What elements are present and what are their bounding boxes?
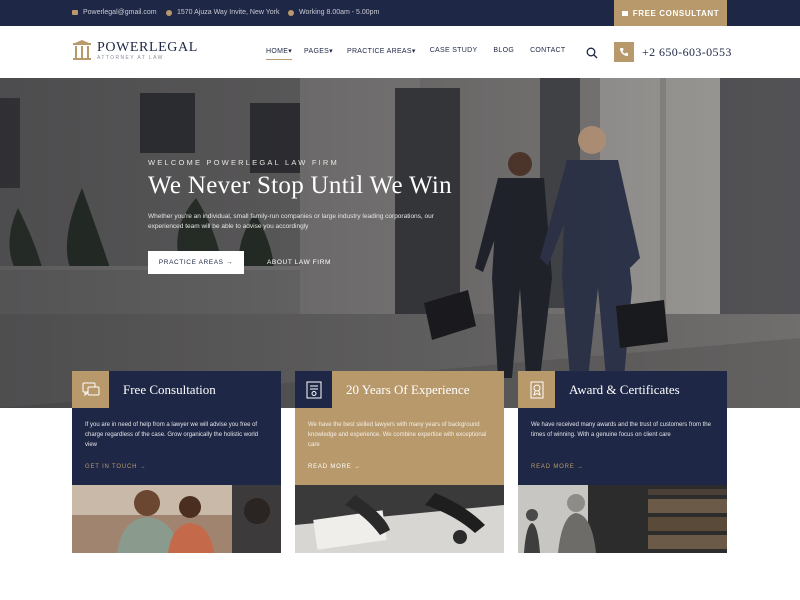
signing-documents-photo xyxy=(295,485,504,553)
topbar-address-text: 1570 Ajuza Way Invite, New York xyxy=(177,9,280,16)
hero-headline: We Never Stop Until We Win xyxy=(148,172,452,199)
phone-icon[interactable] xyxy=(614,42,634,62)
card-description: We have received many awards and the tru… xyxy=(531,422,711,438)
library-statue-photo xyxy=(518,485,727,553)
nav-item-contact[interactable]: CONTACT xyxy=(530,47,565,55)
card-body: If you are in need of help from a lawyer… xyxy=(72,408,281,485)
get-in-touch-link[interactable]: GET IN TOUCH → xyxy=(85,464,147,470)
card-header: 20 Years Of Experience xyxy=(295,371,504,408)
main-navigation: POWERLEGAL ATTORNEY AT LAW HOME▾ PAGES▾ … xyxy=(0,26,800,78)
hero-welcome-text: WELCOME POWERLEGAL LAW FIRM xyxy=(148,158,339,167)
topbar-email[interactable]: Powerlegal@gmail.com xyxy=(72,9,157,16)
card-title: Award & Certificates xyxy=(569,381,680,397)
nav-item-practice-areas[interactable]: PRACTICE AREAS▾ xyxy=(347,47,416,55)
free-consultant-label: FREE CONSULTANT xyxy=(632,8,720,18)
nav-item-blog[interactable]: BLOG xyxy=(493,47,514,55)
top-bar: Powerlegal@gmail.com 1570 Ajuza Way Invi… xyxy=(0,0,800,26)
card-description: We have the best skilled lawyers with ma… xyxy=(308,422,487,448)
topbar-hours: Working 8.00am - 5.00pm xyxy=(288,9,379,16)
practice-areas-button[interactable]: PRACTICE AREAS → xyxy=(148,251,244,274)
nav-menu: HOME▾ PAGES▾ PRACTICE AREAS▾ CASE STUDY … xyxy=(266,47,566,60)
card-experience: 20 Years Of Experience We have the best … xyxy=(295,371,504,553)
hero-description: Whether you're an individual, small fami… xyxy=(148,213,434,230)
nav-item-pages[interactable]: PAGES▾ xyxy=(304,47,333,55)
card-free-consultation: Free Consultation If you are in need of … xyxy=(72,371,281,553)
award-document-icon xyxy=(518,371,555,408)
nav-item-home[interactable]: HOME▾ xyxy=(266,47,293,60)
consultation-chat-icon xyxy=(72,371,109,408)
card-description: If you are in need of help from a lawyer… xyxy=(85,422,259,448)
mail-icon xyxy=(72,10,78,15)
card-header: Free Consultation xyxy=(72,371,281,408)
topbar-email-text: Powerlegal@gmail.com xyxy=(83,9,157,16)
search-icon[interactable] xyxy=(586,46,598,59)
card-title: Free Consultation xyxy=(123,381,216,397)
topbar-hours-text: Working 8.00am - 5.00pm xyxy=(299,9,380,16)
free-consultant-button[interactable]: FREE CONSULTANT xyxy=(614,0,727,26)
nav-item-case-study[interactable]: CASE STUDY xyxy=(430,47,478,55)
topbar-address: 1570 Ajuza Way Invite, New York xyxy=(166,9,279,16)
about-law-firm-link[interactable]: ABOUT LAW FIRM xyxy=(267,259,331,266)
hero-section: WELCOME POWERLEGAL LAW FIRM We Never Sto… xyxy=(0,78,800,408)
clock-icon xyxy=(288,9,294,16)
chat-icon xyxy=(621,10,628,16)
card-body: We have the best skilled lawyers with ma… xyxy=(295,408,504,485)
certificate-icon xyxy=(295,371,332,408)
brand-logo[interactable]: POWERLEGAL ATTORNEY AT LAW xyxy=(72,40,198,62)
pillar-logo-icon xyxy=(72,40,92,62)
location-icon xyxy=(166,9,172,16)
consultation-photo xyxy=(72,485,281,553)
read-more-link[interactable]: READ MORE → xyxy=(308,464,361,470)
brand-name: POWERLEGAL xyxy=(97,39,198,55)
card-awards: Award & Certificates We have received ma… xyxy=(518,371,727,553)
hero-overlay xyxy=(0,78,800,408)
read-more-link[interactable]: READ MORE → xyxy=(531,464,584,470)
card-title: 20 Years Of Experience xyxy=(346,381,470,397)
brand-tagline: ATTORNEY AT LAW xyxy=(97,54,164,61)
card-header: Award & Certificates xyxy=(518,371,727,408)
phone-number[interactable]: +2 650-603-0553 xyxy=(642,45,732,60)
card-body: We have received many awards and the tru… xyxy=(518,408,727,485)
